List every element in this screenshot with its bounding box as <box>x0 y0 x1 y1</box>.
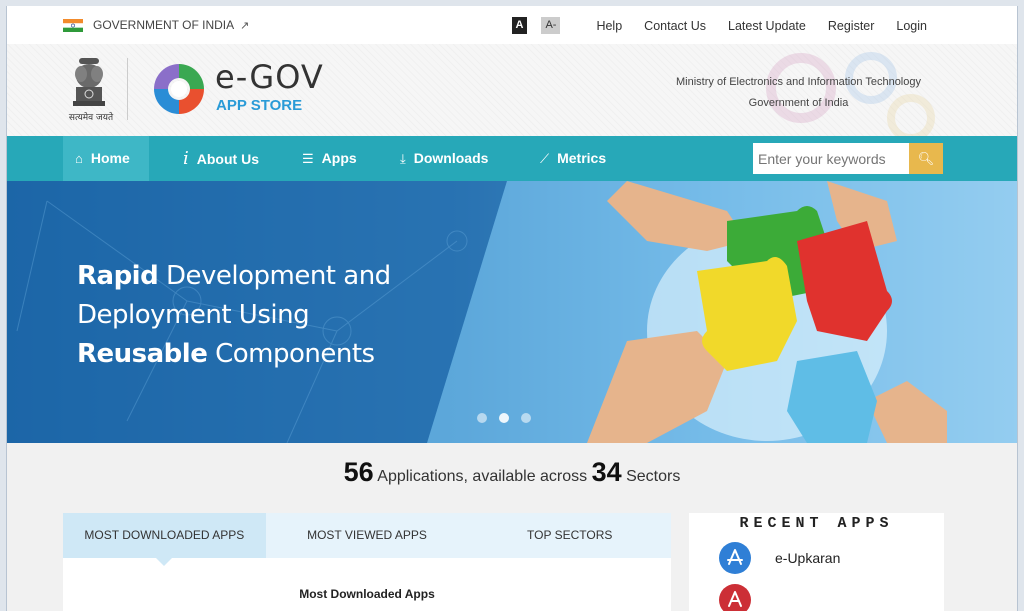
login-link[interactable]: Login <box>896 19 927 33</box>
font-size-decrease-button[interactable]: A- <box>541 17 561 34</box>
download-icon: ⤓ <box>400 151 406 166</box>
nav-metrics-label: Metrics <box>557 150 607 166</box>
national-emblem-icon[interactable]: सत्यमेव जयते <box>65 54 113 126</box>
ministry-name: Ministry of Electronics and Information … <box>676 76 921 88</box>
external-link-icon: ↗ <box>240 19 250 32</box>
government-of-india-link[interactable]: GOVERNMENT OF INDIA ↗ <box>63 18 249 32</box>
main-navigation: ⌂ Home i About Us ☰ Apps ⤓ Downloads ⟋ Metric… <box>7 136 1017 181</box>
contact-us-link[interactable]: Contact Us <box>644 19 706 33</box>
panel-title: Most Downloaded Apps <box>299 587 435 601</box>
tab-most-downloaded[interactable]: MOST DOWNLOADED APPS <box>63 513 266 566</box>
nav-downloads-label: Downloads <box>413 150 489 166</box>
search-input[interactable] <box>753 143 909 174</box>
brand-subtitle: APP STORE <box>216 97 303 114</box>
carousel-dot[interactable] <box>521 413 531 423</box>
hero-line3: Components <box>207 339 375 369</box>
chart-icon: ⟋ <box>540 151 550 166</box>
tab-top-sectors[interactable]: TOP SECTORS <box>468 513 671 558</box>
stats-text-2: Sectors <box>621 468 681 485</box>
hero-line3-bold: Reusable <box>77 339 208 369</box>
tab-most-viewed[interactable]: MOST VIEWED APPS <box>266 513 469 558</box>
government-name: Government of India <box>748 97 849 109</box>
recent-app-item[interactable]: e-Upkaran <box>719 542 944 574</box>
carousel-dot-active[interactable] <box>499 413 509 423</box>
list-icon: ☰ <box>302 151 314 166</box>
hero-tagline: Rapid Development and Deployment Using R… <box>77 257 391 374</box>
india-flag-icon <box>63 18 83 32</box>
app-store-icon <box>719 542 751 574</box>
apps-tabs-panel: MOST DOWNLOADED APPS MOST VIEWED APPS TO… <box>63 513 671 611</box>
home-icon: ⌂ <box>75 151 83 166</box>
page-frame: GOVERNMENT OF INDIA ↗ A A- Help Contact … <box>6 6 1018 611</box>
info-icon: i <box>183 148 189 169</box>
nav-about-us-label: About Us <box>196 151 259 167</box>
nav-apps[interactable]: ☰ Apps <box>302 136 357 181</box>
header-divider <box>127 58 128 120</box>
app-icon <box>719 584 751 611</box>
register-link[interactable]: Register <box>828 19 875 33</box>
search-button[interactable]: 🔍︎ <box>909 143 943 174</box>
nav-downloads[interactable]: ⤓ Downloads <box>400 136 488 181</box>
font-size-normal-button[interactable]: A <box>511 17 528 34</box>
government-of-india-label: GOVERNMENT OF INDIA <box>93 18 235 32</box>
nav-home-label: Home <box>90 150 130 166</box>
carousel-indicators <box>477 413 543 423</box>
search-box: 🔍︎ <box>753 143 943 174</box>
tab-bar: MOST DOWNLOADED APPS MOST VIEWED APPS TO… <box>63 513 671 566</box>
site-header: सत्यमेव जयते e-GOV APP STORE Ministry of… <box>7 44 1017 136</box>
recent-apps-panel: RECENT APPS e-Upkaran <box>689 513 944 611</box>
sectors-count: 34 <box>591 457 622 487</box>
egov-logo-icon[interactable] <box>150 60 208 118</box>
brand-title: e-GOV <box>215 58 324 96</box>
top-links: A A- Help Contact Us Latest Update Regis… <box>511 17 927 34</box>
recent-app-label: e-Upkaran <box>775 550 841 566</box>
hero-banner: Rapid Development and Deployment Using R… <box>7 181 1017 443</box>
ministry-info: Ministry of Electronics and Information … <box>676 72 921 114</box>
hero-line1-bold: Rapid <box>77 261 159 291</box>
nav-home[interactable]: ⌂ Home <box>63 136 149 181</box>
hero-line2: Deployment Using <box>77 300 310 330</box>
help-link[interactable]: Help <box>596 19 622 33</box>
top-utility-bar: GOVERNMENT OF INDIA ↗ A A- Help Contact … <box>7 6 1017 44</box>
recent-apps-title: RECENT APPS <box>739 515 894 532</box>
nav-apps-label: Apps <box>321 150 357 166</box>
stats-text-1: Applications, available across <box>373 468 592 485</box>
stats-summary: 56 Applications, available across 34 Sec… <box>7 443 1017 501</box>
emblem-caption: सत्यमेव जयते <box>68 113 114 123</box>
search-icon: 🔍︎ <box>917 151 935 166</box>
nav-metrics[interactable]: ⟋ Metrics <box>540 136 606 181</box>
apps-count: 56 <box>343 457 374 487</box>
latest-update-link[interactable]: Latest Update <box>728 19 806 33</box>
recent-app-item[interactable] <box>719 584 944 611</box>
nav-about-us[interactable]: i About Us <box>183 136 259 181</box>
hero-line1: Development and <box>158 261 391 291</box>
carousel-dot[interactable] <box>477 413 487 423</box>
